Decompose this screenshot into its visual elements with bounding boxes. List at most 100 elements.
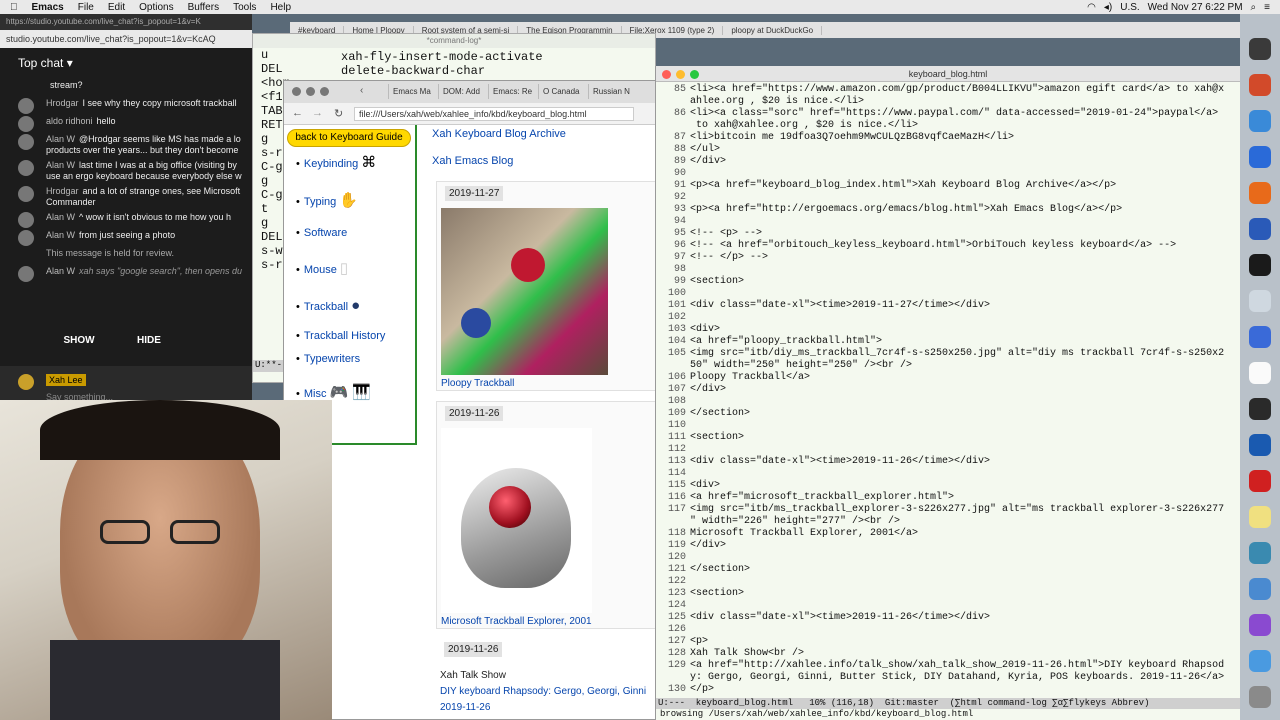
input-locale[interactable]: U.S. [1120,2,1139,13]
menu-help[interactable]: Help [270,2,291,13]
menu-options[interactable]: Options [139,2,173,13]
finder-icon[interactable] [1249,38,1271,60]
ploopy-trackball-image[interactable] [441,208,608,375]
menu-buffers[interactable]: Buffers [188,2,220,13]
chat-list: stream? Hrodgar I see why they copy micro… [0,78,252,282]
settings-icon[interactable] [1249,290,1271,312]
nav-typewriters[interactable]: • Typewriters [296,353,360,365]
menu-list-icon[interactable]: ≡ [1264,2,1270,13]
chat-header[interactable]: Top chat ▾ [0,48,252,78]
back-to-keyboard-guide-button[interactable]: back to Keyboard Guide [287,129,411,147]
talk-show-link[interactable]: DIY keyboard Rhapsody: Gergo, Georgi, Gi… [440,686,646,697]
volume-icon[interactable]: ◂) [1104,2,1112,13]
line-number: 103 [667,324,686,335]
browser-tab[interactable]: DOM: Add [438,84,488,99]
nav-typing[interactable]: • Typing ✋ [296,191,358,209]
emacs-minibuffer[interactable]: browsing /Users/xah/web/xahlee_info/kbd/… [656,709,1241,720]
nav-keybinding[interactable]: • Keybinding ⌘ [296,153,376,171]
menu-edit[interactable]: Edit [108,2,125,13]
code-line: 105 <img src="itb/diy_ms_trackball_7cr4f-… [656,348,1224,360]
gitk-icon[interactable] [1249,470,1271,492]
zoom-icon[interactable] [690,70,699,79]
chat-message: Alan W @Hrodgar seems like MS has made a … [0,132,252,158]
brave-icon[interactable] [1249,218,1271,240]
nav-trackball-history[interactable]: • Trackball History [296,330,385,342]
emacs-titlebar: keyboard_blog.html [656,66,1240,82]
browser-tabs: Emacs Ma DOM: Add Emacs: Re O Canada Rus… [388,84,638,99]
browser-tab[interactable]: Emacs Ma [388,84,438,99]
url-input[interactable]: file:///Users/xah/web/xahlee_info/kbd/ke… [354,107,634,121]
menu-tools[interactable]: Tools [233,2,256,13]
photos-icon[interactable] [1249,578,1271,600]
menu-file[interactable]: File [78,2,94,13]
keyboard-blog-archive-link[interactable]: Xah Keyboard Blog Archive [432,128,566,140]
activity-icon[interactable] [1249,326,1271,348]
yt-tab-url[interactable]: https://studio.youtube.com/live_chat?is_… [0,14,252,30]
minimize-icon[interactable] [306,87,315,96]
search-icon[interactable]: ⌕ [1251,2,1257,13]
code-line: 112 [656,444,690,456]
browser-tab[interactable]: Russian N [588,84,638,99]
browser-tab[interactable]: Emacs: Re [488,84,538,99]
emacs-blog-link[interactable]: Xah Emacs Blog [432,155,513,167]
menu-app-name[interactable]: Emacs [32,2,64,13]
nav-label: Software [303,227,348,239]
line-text: <div class="date-xl"><time>2019-11-26</t… [690,612,991,623]
back-icon[interactable]: ← [292,107,303,119]
hide-button[interactable]: HIDE [119,331,179,351]
code-editor[interactable]: 85 <li><a href="https://www.amazon.com/gp… [656,82,1241,698]
browser-tab[interactable]: O Canada [538,84,588,99]
line-text: <section> [690,432,745,443]
ploopy-caption-link[interactable]: Ploopy Trackball [441,378,514,389]
line-number: 112 [667,444,686,455]
terminal-icon[interactable] [1249,254,1271,276]
textedit-icon[interactable] [1249,362,1271,384]
tabs-back-icon[interactable]: ‹ [360,85,363,96]
avatar [18,212,34,228]
zoom-icon[interactable] [320,87,329,96]
minimize-icon[interactable] [676,70,685,79]
forward-icon[interactable]: → [312,107,323,119]
line-text: <div class="date-xl"><time>2019-11-27</t… [690,300,991,311]
nav-label: Typing [303,196,337,208]
yt-address-bar[interactable]: studio.youtube.com/live_chat?is_popout=1… [0,30,252,48]
code-line: 127 <p> [656,636,708,648]
code-line: 92 [656,192,690,204]
firefox-icon[interactable] [1249,182,1271,204]
ms-explorer-caption-link[interactable]: Microsoft Trackball Explorer, 2001 [441,616,592,627]
nav-label: Typewriters [303,353,361,365]
line-text: </p> [690,684,715,695]
emacs-icon[interactable] [1249,614,1271,636]
apple-icon[interactable]:  [10,2,18,13]
vscode-icon[interactable] [1249,146,1271,168]
code-line: 119 </div> [656,540,726,552]
screen-icon[interactable] [1249,434,1271,456]
talk-show-date-link[interactable]: 2019-11-26 [440,702,490,713]
line-number: 110 [667,420,686,431]
clock[interactable]: Wed Nov 27 6:22 PM [1148,2,1243,13]
close-icon[interactable] [662,70,671,79]
chat-author: Hrodgar [46,98,79,108]
line-number: 117 [667,504,686,515]
notes-icon[interactable] [1249,506,1271,528]
ms-trackball-image[interactable] [441,428,592,613]
browser-tab[interactable]: ploopy at DuckDuckGo [723,25,823,35]
chat-author: Alan W [46,230,76,240]
close-icon[interactable] [292,87,301,96]
line-text: <p><a href="http://ergoemacs.org/emacs/b… [690,204,1123,215]
trash-icon[interactable] [1249,686,1271,708]
preview-icon[interactable] [1249,542,1271,564]
chrome-icon[interactable] [1249,74,1271,96]
command-log-commands: xah-fly-insert-mode-activate delete-back… [337,50,543,78]
code-line: 111 <section> [656,432,744,444]
nav-software[interactable]: • Software [296,227,347,239]
safari-icon[interactable] [1249,110,1271,132]
nav-mouse[interactable]: • Mouse ▯ [296,259,348,277]
nav-trackball[interactable]: • Trackball ● [296,297,360,314]
nav-misc[interactable]: • Misc 🎮 🎹 [296,383,371,401]
wifi-icon[interactable]: ◠ [1087,2,1096,13]
folder-icon[interactable] [1249,650,1271,672]
show-button[interactable]: SHOW [49,331,109,351]
reload-icon[interactable]: ↻ [334,107,343,120]
obs-icon[interactable] [1249,398,1271,420]
